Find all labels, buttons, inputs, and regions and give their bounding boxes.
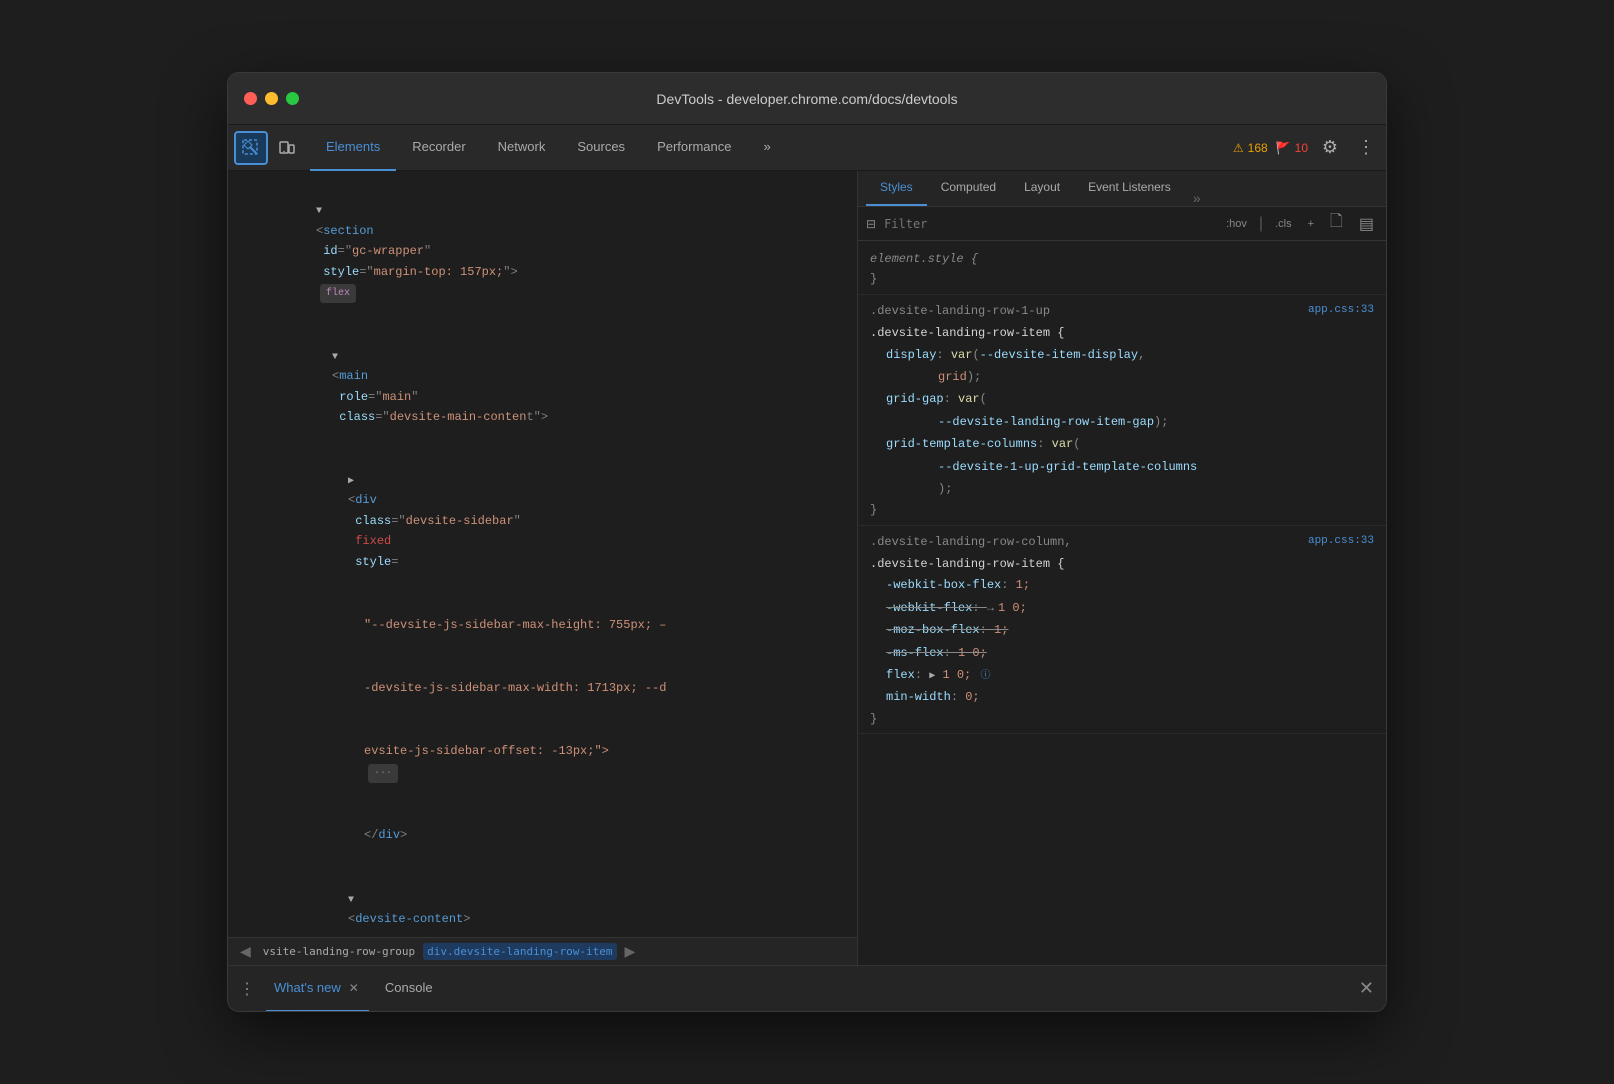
- css-selector-2a: .devsite-landing-row-column,: [870, 532, 1072, 552]
- more-options-button[interactable]: ⋮: [1352, 134, 1380, 162]
- css-prop-min-width: min-width: 0;: [858, 686, 1386, 708]
- html-line[interactable]: ▶ <div class="devsite-sidebar" fixed sty…: [228, 449, 857, 594]
- css-rule-2-close: }: [858, 709, 1386, 729]
- drawer-tab-whats-new[interactable]: What's new ✕: [266, 966, 369, 1012]
- css-element-style-close: }: [858, 269, 1386, 289]
- styles-content: element.style { } .devsite-landing-row-1…: [858, 241, 1386, 965]
- css-prop-grid-template-3: );: [858, 478, 1386, 500]
- html-line[interactable]: "--devsite-js-sidebar-max-height: 755px;…: [228, 593, 857, 656]
- drawer-tab-console[interactable]: Console: [377, 966, 441, 1012]
- css-rule-2: .devsite-landing-row-column, app.css:33 …: [858, 526, 1386, 735]
- toolbar-right: ⚠ 168 🚩 10 ⚙ ⋮: [1233, 134, 1380, 162]
- css-prop-grid-gap-2: --devsite-landing-row-item-gap);: [858, 411, 1386, 433]
- drawer-close-button[interactable]: ✕: [1355, 974, 1378, 1003]
- device-toggle-button[interactable]: [270, 131, 304, 165]
- html-line[interactable]: ▼ <main role="main" class="devsite-main-…: [228, 324, 857, 448]
- css-rule-2-source: .devsite-landing-row-column, app.css:33: [858, 530, 1386, 554]
- html-line[interactable]: ▼ <devsite-content>: [228, 867, 857, 937]
- filter-add-button[interactable]: +: [1304, 216, 1318, 232]
- tab-network[interactable]: Network: [482, 125, 562, 171]
- tab-styles[interactable]: Styles: [866, 171, 927, 206]
- error-icon: 🚩: [1276, 141, 1291, 155]
- styles-filter-input[interactable]: [884, 217, 1214, 231]
- window-controls: [244, 92, 299, 105]
- tab-event-listeners[interactable]: Event Listeners: [1074, 171, 1185, 206]
- css-rule-element-style: element.style { }: [858, 245, 1386, 295]
- filter-hov-button[interactable]: :hov: [1222, 216, 1251, 232]
- html-line[interactable]: evsite-js-sidebar-offset: -13px;"> ···: [228, 720, 857, 804]
- minimize-button[interactable]: [265, 92, 278, 105]
- error-badge: 🚩 10: [1276, 141, 1308, 155]
- drawer-tab-console-label: Console: [385, 980, 433, 995]
- css-prop-moz-box-flex: -moz-box-flex: 1;: [858, 619, 1386, 641]
- css-rule-1-source: .devsite-landing-row-1-up app.css:33: [858, 299, 1386, 323]
- settings-button[interactable]: ⚙: [1316, 134, 1344, 162]
- drawer-tab-close[interactable]: ✕: [347, 981, 361, 995]
- inspect-element-button[interactable]: [234, 131, 268, 165]
- css-element-style-selector: element.style {: [858, 249, 1386, 269]
- css-selector-1b: .devsite-landing-row-item {: [858, 323, 1386, 343]
- drawer-more-button[interactable]: ⋮: [236, 978, 258, 1000]
- css-source-1[interactable]: app.css:33: [1308, 301, 1374, 321]
- html-line[interactable]: ▼ <section id="gc-wrapper" style="margin…: [228, 179, 857, 324]
- tab-recorder[interactable]: Recorder: [396, 125, 481, 171]
- styles-more-tabs[interactable]: »: [1189, 190, 1205, 206]
- css-rule-1: .devsite-landing-row-1-up app.css:33 .de…: [858, 295, 1386, 526]
- css-prop-ms-flex: -ms-flex: 1 0;: [858, 642, 1386, 664]
- breadcrumb-item-1[interactable]: vsite-landing-row-group: [259, 943, 419, 960]
- filter-cls-button[interactable]: .cls: [1271, 216, 1296, 232]
- styles-panel: Styles Computed Layout Event Listeners »…: [858, 171, 1386, 965]
- html-line[interactable]: </div>: [228, 804, 857, 867]
- tab-more[interactable]: »: [747, 125, 786, 171]
- info-icon[interactable]: ⓘ: [980, 671, 990, 682]
- styles-tab-bar: Styles Computed Layout Event Listeners »: [858, 171, 1386, 207]
- tool-icons: [234, 131, 304, 165]
- elements-panel: ▼ <section id="gc-wrapper" style="margin…: [228, 171, 858, 965]
- main-content: ▼ <section id="gc-wrapper" style="margin…: [228, 171, 1386, 965]
- breadcrumb-forward[interactable]: ▶: [621, 941, 640, 962]
- filter-separator: |: [1259, 215, 1263, 233]
- titlebar: DevTools - developer.chrome.com/docs/dev…: [228, 73, 1386, 125]
- devtools-toolbar: Elements Recorder Network Sources Perfor…: [228, 125, 1386, 171]
- breadcrumb-bar: ◀ vsite-landing-row-group div.devsite-la…: [228, 937, 857, 965]
- window-title: DevTools - developer.chrome.com/docs/dev…: [656, 91, 957, 107]
- css-prop-grid-gap: grid-gap: var(: [858, 388, 1386, 410]
- maximize-button[interactable]: [286, 92, 299, 105]
- error-count: 10: [1295, 141, 1308, 155]
- elements-tree[interactable]: ▼ <section id="gc-wrapper" style="margin…: [228, 171, 857, 937]
- warning-badge: ⚠ 168: [1233, 141, 1268, 155]
- breadcrumb-back[interactable]: ◀: [236, 941, 255, 962]
- devtools-window: DevTools - developer.chrome.com/docs/dev…: [227, 72, 1387, 1012]
- warning-count: 168: [1248, 141, 1268, 155]
- css-prop-grid-template: grid-template-columns: var(: [858, 433, 1386, 455]
- tab-computed[interactable]: Computed: [927, 171, 1010, 206]
- css-source-2[interactable]: app.css:33: [1308, 532, 1374, 552]
- breadcrumb-item-2[interactable]: div.devsite-landing-row-item: [423, 943, 616, 960]
- css-prop-display-2: grid);: [858, 366, 1386, 388]
- css-prop-display: display: var(--devsite-item-display,: [858, 344, 1386, 366]
- css-prop-grid-template-2: --devsite-1-up-grid-template-columns: [858, 456, 1386, 478]
- css-rule-1-close: }: [858, 500, 1386, 520]
- tab-layout[interactable]: Layout: [1010, 171, 1074, 206]
- warning-icon: ⚠: [1233, 141, 1244, 155]
- html-line[interactable]: -devsite-js-sidebar-max-width: 1713px; -…: [228, 657, 857, 720]
- tab-elements[interactable]: Elements: [310, 125, 396, 171]
- tab-sources[interactable]: Sources: [561, 125, 641, 171]
- drawer-tab-whats-new-label: What's new: [274, 980, 341, 995]
- devtools-tab-bar: Elements Recorder Network Sources Perfor…: [310, 125, 1233, 171]
- css-selector-2b: .devsite-landing-row-item {: [858, 554, 1386, 574]
- filter-icon-button-2[interactable]: ▤: [1355, 212, 1378, 236]
- filter-icon-button-1[interactable]: 🗋: [1326, 208, 1347, 239]
- tab-performance[interactable]: Performance: [641, 125, 747, 171]
- styles-filter-bar: ⊟ :hov | .cls + 🗋 ▤: [858, 207, 1386, 241]
- bottom-drawer: ⋮ What's new ✕ Console ✕: [228, 965, 1386, 1011]
- css-selector-1a: .devsite-landing-row-1-up: [870, 301, 1050, 321]
- css-prop-webkit-box-flex: -webkit-box-flex: 1;: [858, 574, 1386, 596]
- close-button[interactable]: [244, 92, 257, 105]
- css-prop-webkit-flex: -webkit-flex: → 1 0;: [858, 597, 1386, 619]
- css-prop-flex: flex: ▶ 1 0; ⓘ: [858, 664, 1386, 686]
- filter-icon: ⊟: [866, 217, 876, 231]
